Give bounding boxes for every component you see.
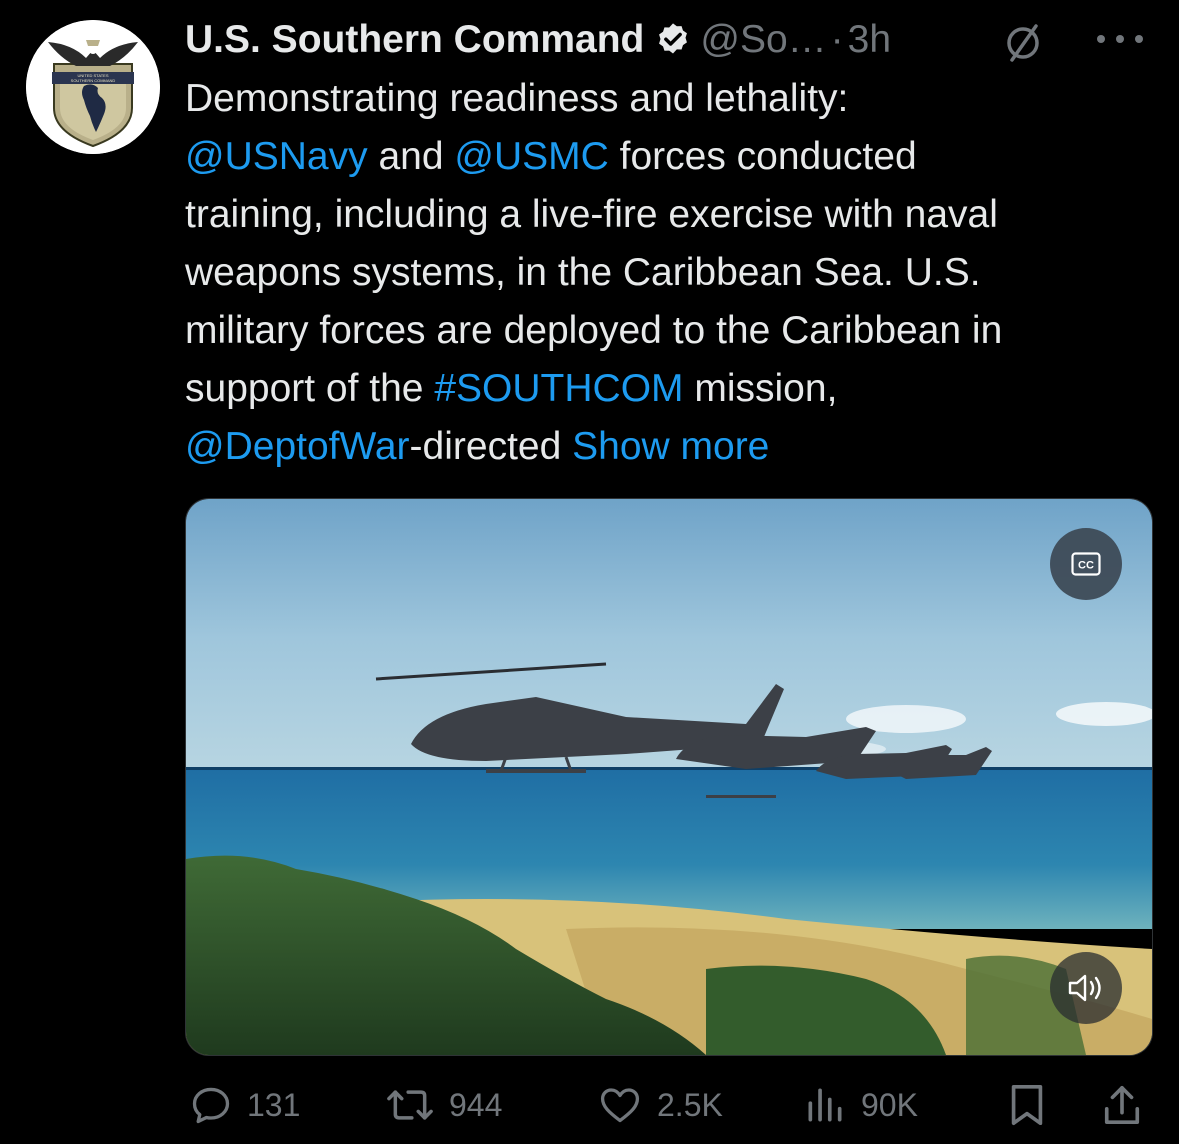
southcom-seal-icon: UNITED STATES SOUTHERN COMMAND [26, 20, 160, 154]
grok-icon[interactable] [1000, 20, 1046, 66]
analytics-icon [808, 1088, 842, 1122]
post-text-line: support of the #SOUTHCOM mission, [185, 360, 1150, 418]
post-text-line: @DeptofWar-directed Show more [185, 418, 1150, 476]
post-text-segment: weapons systems, in the Caribbean Sea. U… [185, 251, 981, 294]
post-text-line: training, including a live-fire exercise… [185, 186, 1150, 244]
speaker-icon [1068, 974, 1101, 1002]
reply-icon [192, 1087, 230, 1124]
mention-link[interactable]: @USNavy [185, 135, 368, 178]
author-handle[interactable]: @So… [700, 18, 826, 62]
captions-button[interactable]: CC [1050, 528, 1122, 600]
share-icon [1104, 1086, 1140, 1124]
more-options-icon[interactable] [1094, 32, 1146, 46]
action-bar: 131 944 2.5K 90K [185, 1080, 1151, 1130]
share-button[interactable] [1101, 1080, 1157, 1130]
post-text-segment: Demonstrating readiness and lethality: [185, 77, 849, 120]
post-text-line: @USNavy and @USMC forces conducted [185, 128, 1150, 186]
post-text-segment: support of the [185, 367, 435, 410]
post-text-segment: forces conducted [608, 135, 917, 178]
separator-dot: · [830, 18, 844, 61]
reply-count: 131 [247, 1086, 301, 1123]
post-text-segment: training, including a live-fire exercise… [185, 193, 998, 236]
author-avatar[interactable]: UNITED STATES SOUTHERN COMMAND [26, 20, 160, 154]
author-name[interactable]: U.S. Southern Command [185, 18, 644, 62]
bookmark-button[interactable] [1007, 1080, 1061, 1130]
post-text-segment: military forces are deployed to the Cari… [185, 309, 1003, 352]
heart-icon [600, 1088, 640, 1123]
post-text-segment: -directed [409, 425, 573, 468]
mention-link[interactable]: @DeptofWar [185, 425, 410, 468]
hashtag-link[interactable]: #SOUTHCOM [434, 367, 683, 410]
post-text-line: Demonstrating readiness and lethality: [185, 70, 1150, 128]
like-count: 2.5K [657, 1086, 723, 1123]
video-player[interactable] [185, 498, 1153, 1056]
verified-badge-icon [659, 23, 688, 54]
post-text-segment: and [367, 135, 455, 178]
reply-button[interactable]: 131 [189, 1080, 300, 1130]
cc-label: CC [1078, 560, 1094, 572]
bookmark-icon [1011, 1084, 1043, 1126]
closed-captions-icon: CC [1071, 552, 1101, 576]
mention-link[interactable]: @USMC [454, 135, 608, 178]
views-button[interactable]: 90K [803, 1080, 918, 1130]
post-text-line: military forces are deployed to the Cari… [185, 302, 1150, 360]
view-count: 90K [861, 1086, 918, 1123]
repost-count: 944 [449, 1086, 503, 1123]
post-text: Demonstrating readiness and lethality: @U… [185, 70, 1150, 476]
like-button[interactable]: 2.5K [597, 1080, 723, 1130]
volume-button[interactable] [1050, 952, 1122, 1024]
repost-icon [387, 1090, 433, 1120]
repost-button[interactable]: 944 [385, 1080, 502, 1130]
show-more-link[interactable]: Show more [572, 425, 769, 468]
post-text-line: weapons systems, in the Caribbean Sea. U… [185, 244, 1150, 302]
post-time[interactable]: 3h [848, 18, 891, 62]
video-frame [186, 499, 1152, 1055]
post-text-segment: mission, [683, 367, 838, 410]
svg-text:SOUTHERN COMMAND: SOUTHERN COMMAND [71, 78, 116, 83]
